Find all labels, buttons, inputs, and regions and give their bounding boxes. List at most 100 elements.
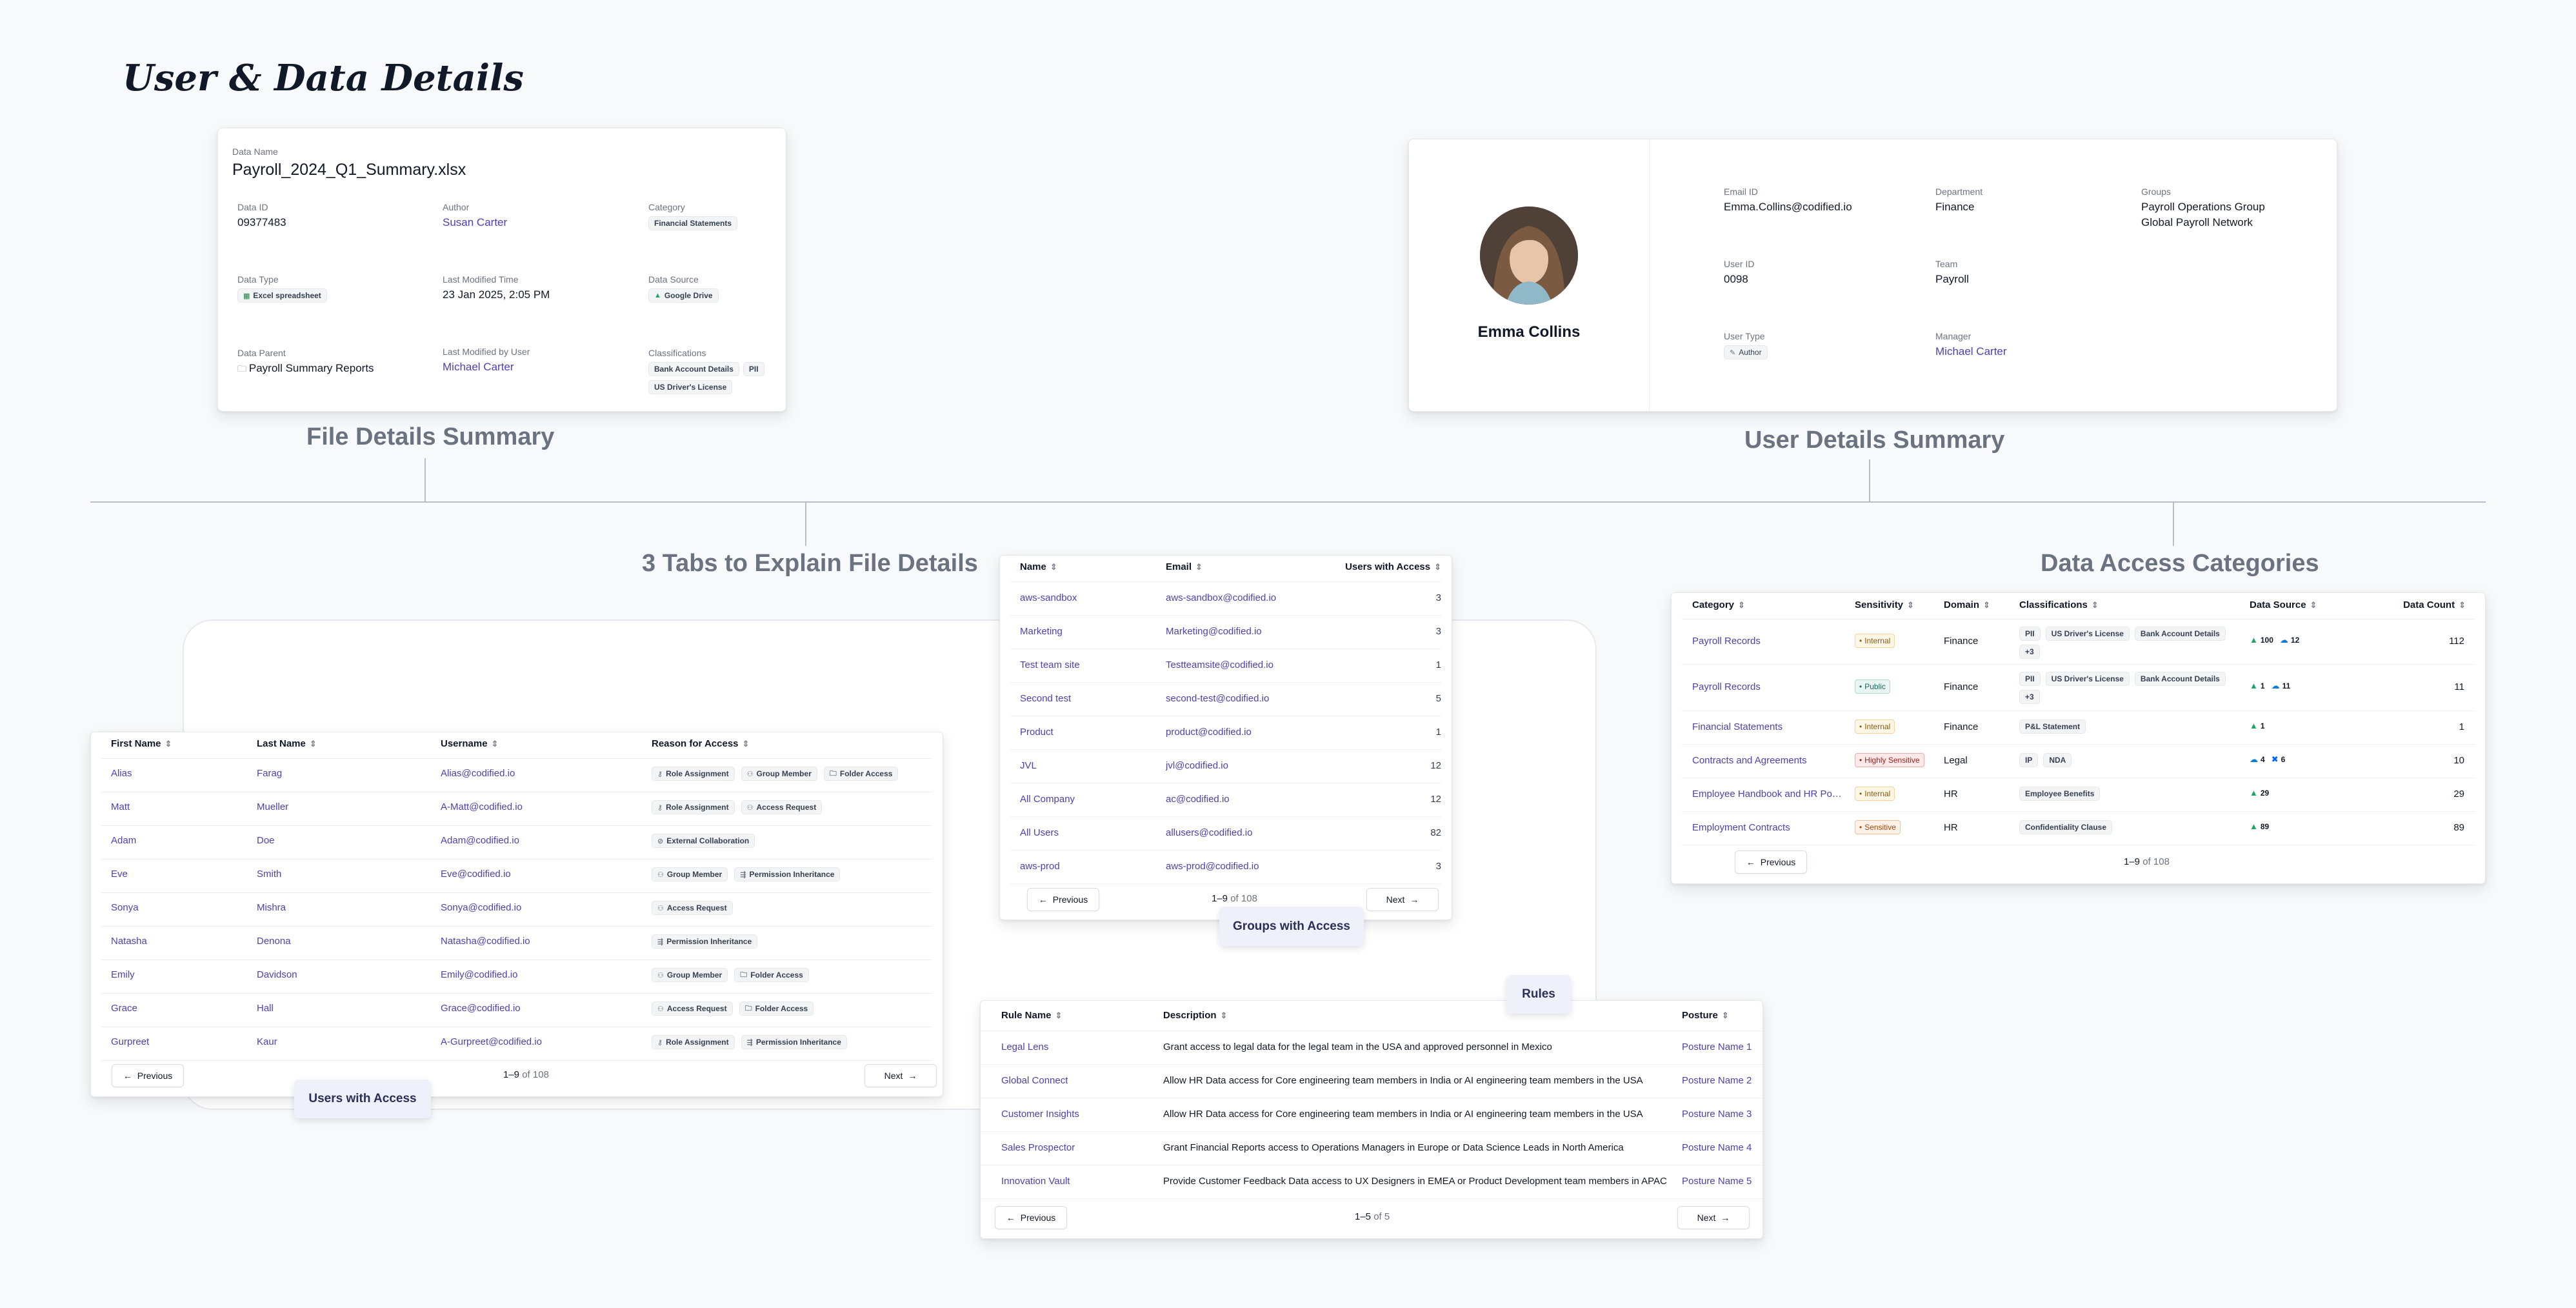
rule-name-cell[interactable]: Innovation Vault (1001, 1176, 1070, 1187)
group-name-cell[interactable]: aws-sandbox (1020, 592, 1077, 603)
next-button[interactable]: Next → (1677, 1206, 1750, 1229)
row-divider (101, 993, 932, 994)
column-header[interactable]: Domain ⇕ (1944, 599, 1990, 610)
category-cell[interactable]: Payroll Records (1692, 681, 1844, 692)
rule-description-cell: Grant access to legal data for the legal… (1163, 1041, 1552, 1052)
group-email-cell[interactable]: Marketing@codified.io (1166, 626, 1262, 637)
posture-cell[interactable]: Posture Name 5 (1682, 1176, 1752, 1187)
previous-button[interactable]: ← Previous (112, 1064, 184, 1087)
column-header[interactable]: Posture ⇕ (1682, 1010, 1729, 1021)
first-name-cell[interactable]: Matt (111, 801, 130, 812)
first-name-cell[interactable]: Eve (111, 869, 128, 880)
first-name-cell[interactable]: Natasha (111, 936, 147, 947)
last-name-cell[interactable]: Davidson (257, 969, 297, 980)
column-header[interactable]: Data Count ⇕ (2403, 599, 2466, 610)
group-name-cell[interactable]: All Company (1020, 794, 1075, 805)
page-title: User & Data Details (123, 57, 524, 99)
posture-cell[interactable]: Posture Name 3 (1682, 1109, 1752, 1120)
group-email-cell[interactable]: aws-sandbox@codified.io (1166, 592, 1276, 603)
group-name-cell[interactable]: Product (1020, 727, 1053, 738)
author-link[interactable]: Susan Carter (443, 216, 507, 229)
row-divider (981, 1198, 1762, 1199)
last-name-cell[interactable]: Doe (257, 835, 275, 846)
last-name-cell[interactable]: Smith (257, 869, 281, 880)
last-name-cell[interactable]: Mueller (257, 801, 288, 812)
row-divider (1010, 883, 1441, 884)
last-name-cell[interactable]: Farag (257, 768, 282, 779)
column-header[interactable]: Data Source ⇕ (2250, 599, 2317, 610)
username-cell[interactable]: Emily@codified.io (441, 969, 517, 980)
column-header[interactable]: Users with Access ⇕ (1345, 561, 1441, 572)
sensitivity-label: Internal (1864, 636, 1891, 645)
first-name-cell[interactable]: Alias (111, 768, 132, 779)
username-cell[interactable]: A-Matt@codified.io (441, 801, 523, 812)
next-button[interactable]: Next → (864, 1064, 937, 1087)
group-email-cell[interactable]: ac@codified.io (1166, 794, 1230, 805)
reason-label: Access Request (756, 803, 817, 812)
group-name-cell[interactable]: JVL (1020, 760, 1037, 771)
modified-time-value: 23 Jan 2025, 2:05 PM (443, 288, 550, 301)
column-header[interactable]: First Name ⇕ (111, 738, 172, 749)
rule-name-cell[interactable]: Sales Prospector (1001, 1142, 1075, 1153)
username-cell[interactable]: Adam@codified.io (441, 835, 519, 846)
reason-chip: ⇶ Permission Inheritance (652, 934, 758, 949)
first-name-cell[interactable]: Grace (111, 1003, 137, 1014)
next-button[interactable]: Next → (1366, 888, 1439, 911)
last-name-cell[interactable]: Mishra (257, 902, 286, 913)
rule-name-cell[interactable]: Global Connect (1001, 1075, 1068, 1086)
category-cell[interactable]: Contracts and Agreements (1692, 755, 1844, 766)
group-email-cell[interactable]: Testteamsite@codified.io (1166, 659, 1273, 670)
category-cell[interactable]: Employment Contracts (1692, 822, 1844, 833)
column-header[interactable]: Reason for Access ⇕ (652, 738, 749, 749)
group-email-cell[interactable]: second-test@codified.io (1166, 693, 1269, 704)
group-email-cell[interactable]: aws-prod@codified.io (1166, 861, 1259, 872)
sensitivity-badge: • Sensitive (1855, 820, 1901, 834)
previous-button[interactable]: ← Previous (1027, 888, 1099, 911)
first-name-cell[interactable]: Adam (111, 835, 136, 846)
username-cell[interactable]: Alias@codified.io (441, 768, 515, 779)
first-name-cell[interactable]: Gurpreet (111, 1036, 149, 1047)
column-header[interactable]: Email ⇕ (1166, 561, 1203, 572)
column-header[interactable]: Name ⇕ (1020, 561, 1057, 572)
category-cell[interactable]: Employee Handbook and HR Polic... (1692, 789, 1844, 800)
previous-button[interactable]: ← Previous (995, 1206, 1067, 1229)
first-name-cell[interactable]: Emily (111, 969, 135, 980)
column-header[interactable]: Sensitivity ⇕ (1855, 599, 1914, 610)
last-name-cell[interactable]: Hall (257, 1003, 274, 1014)
username-cell[interactable]: Sonya@codified.io (441, 902, 521, 913)
category-cell[interactable]: Financial Statements (1692, 721, 1844, 732)
username-cell[interactable]: Grace@codified.io (441, 1003, 521, 1014)
username-cell[interactable]: Eve@codified.io (441, 869, 511, 880)
rule-name-cell[interactable]: Customer Insights (1001, 1109, 1079, 1120)
column-header[interactable]: Description ⇕ (1163, 1010, 1227, 1021)
last-name-cell[interactable]: Kaur (257, 1036, 277, 1047)
posture-cell[interactable]: Posture Name 1 (1682, 1041, 1752, 1052)
group-name-cell[interactable]: Test team site (1020, 659, 1080, 670)
last-name-cell[interactable]: Denona (257, 936, 291, 947)
username-cell[interactable]: Natasha@codified.io (441, 936, 530, 947)
users-count-cell: 12 (1430, 794, 1441, 805)
column-header[interactable]: Rule Name ⇕ (1001, 1010, 1062, 1021)
group-email-cell[interactable]: allusers@codified.io (1166, 827, 1252, 838)
column-header[interactable]: Classifications ⇕ (2019, 599, 2099, 610)
category-cell[interactable]: Payroll Records (1692, 636, 1844, 647)
column-header[interactable]: Last Name ⇕ (257, 738, 317, 749)
modified-by-link[interactable]: Michael Carter (443, 361, 530, 374)
column-header[interactable]: Username ⇕ (441, 738, 498, 749)
manager-link[interactable]: Michael Carter (1935, 345, 2007, 358)
group-name-cell[interactable]: aws-prod (1020, 861, 1060, 872)
posture-cell[interactable]: Posture Name 2 (1682, 1075, 1752, 1086)
column-header[interactable]: Category ⇕ (1692, 599, 1745, 610)
previous-button[interactable]: ← Previous (1735, 850, 1807, 874)
data-type-label: Data Type (237, 274, 279, 285)
rule-name-cell[interactable]: Legal Lens (1001, 1041, 1048, 1052)
first-name-cell[interactable]: Sonya (111, 902, 139, 913)
posture-cell[interactable]: Posture Name 4 (1682, 1142, 1752, 1153)
group-name-cell[interactable]: All Users (1020, 827, 1059, 838)
username-cell[interactable]: A-Gurpreet@codified.io (441, 1036, 542, 1047)
group-name-cell[interactable]: Second test (1020, 693, 1071, 704)
group-email-cell[interactable]: product@codified.io (1166, 727, 1252, 738)
group-email-cell[interactable]: jvl@codified.io (1166, 760, 1228, 771)
group-name-cell[interactable]: Marketing (1020, 626, 1063, 637)
reason-label: Group Member (756, 769, 812, 778)
